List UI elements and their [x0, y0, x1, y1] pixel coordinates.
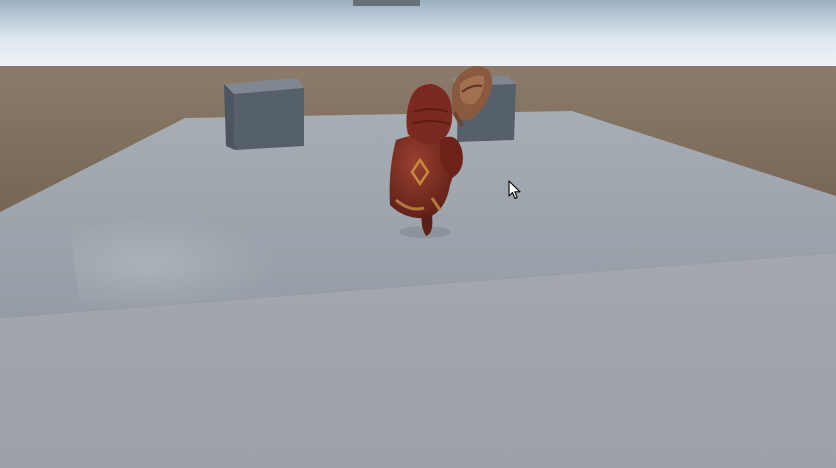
sky — [0, 0, 836, 72]
floating-block — [353, 0, 420, 6]
left-cube — [224, 78, 304, 150]
game-scene[interactable] — [0, 0, 836, 468]
arrow-cursor-icon — [508, 180, 521, 200]
game-viewport[interactable] — [0, 0, 836, 468]
